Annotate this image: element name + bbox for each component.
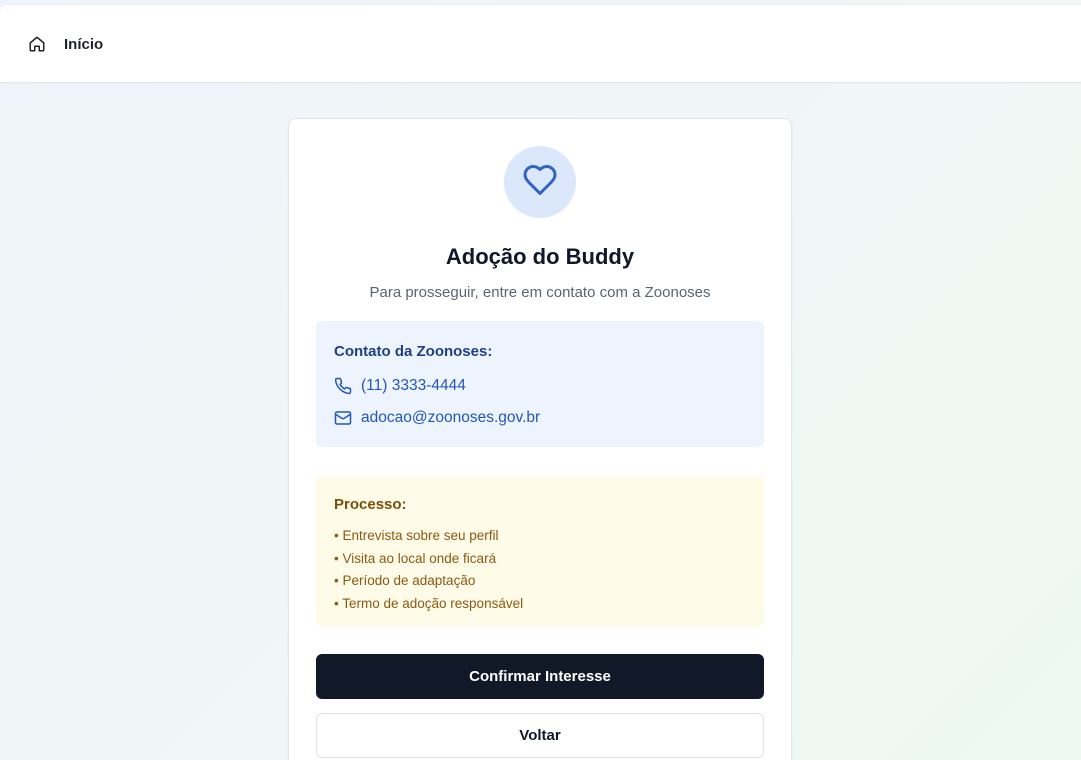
contact-title: Contato da Zoonoses: bbox=[334, 343, 493, 360]
contact-info-box: Contato da Zoonoses: (11) 3333-4444 adoc… bbox=[316, 321, 764, 447]
confirm-interest-button[interactable]: Confirmar Interesse bbox=[316, 654, 764, 699]
heart-icon bbox=[522, 162, 558, 203]
home-link[interactable]: Início bbox=[28, 34, 103, 54]
process-info-box: Processo: • Entrevista sobre seu perfil … bbox=[316, 475, 764, 627]
process-step: • Período de adaptação bbox=[334, 573, 476, 588]
back-button[interactable]: Voltar bbox=[316, 713, 764, 758]
heart-badge bbox=[504, 146, 576, 218]
mail-icon bbox=[334, 409, 352, 427]
page-subtitle: Para prosseguir, entre em contato com a … bbox=[369, 284, 711, 301]
phone-icon bbox=[334, 377, 352, 395]
email-contact[interactable]: adocao@zoonoses.gov.br bbox=[334, 409, 540, 427]
top-navigation-bar: Início bbox=[0, 4, 1081, 83]
process-title: Processo: bbox=[334, 496, 407, 513]
phone-number: (11) 3333-4444 bbox=[361, 377, 466, 394]
home-icon bbox=[28, 35, 46, 53]
process-step: • Visita ao local onde ficará bbox=[334, 550, 497, 566]
process-step: • Entrevista sobre seu perfil bbox=[334, 528, 499, 543]
phone-contact[interactable]: (11) 3333-4444 bbox=[334, 377, 466, 395]
page-title: Adoção do Buddy bbox=[445, 244, 635, 269]
email-address: adocao@zoonoses.gov.br bbox=[361, 409, 541, 426]
process-list: • Entrevista sobre seu perfil • Visita a… bbox=[334, 525, 523, 615]
home-label: Início bbox=[64, 35, 104, 53]
process-step: • Termo de adoção responsável bbox=[334, 595, 524, 611]
adoption-card: Adoção do Buddy Para prosseguir, entre e… bbox=[288, 118, 792, 760]
